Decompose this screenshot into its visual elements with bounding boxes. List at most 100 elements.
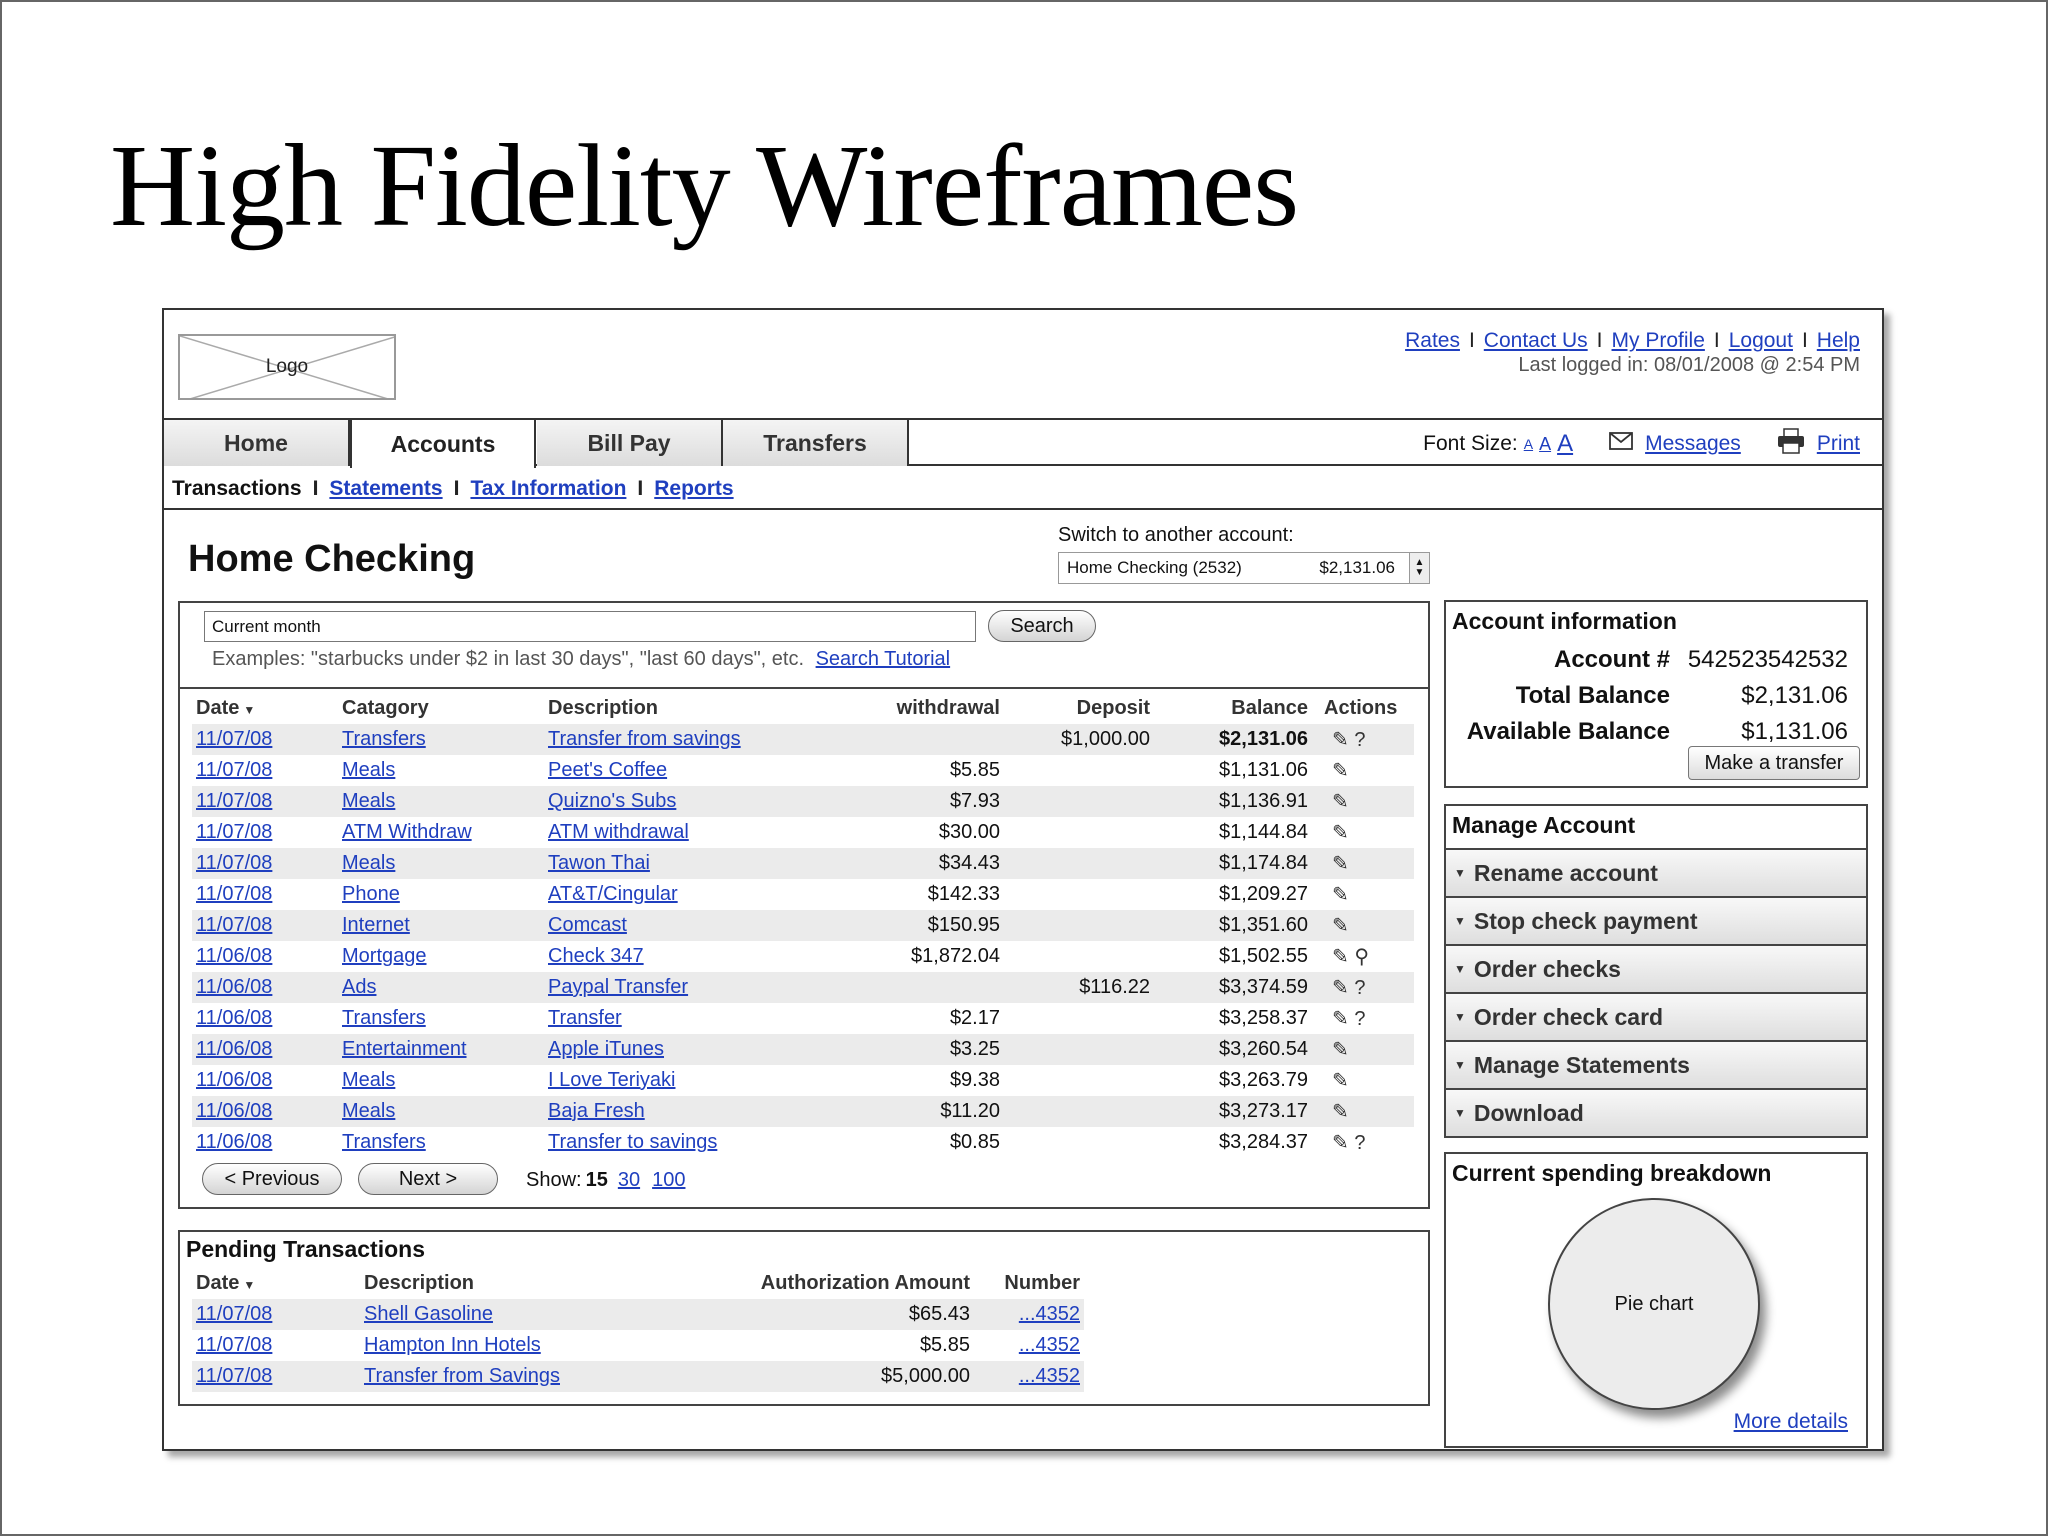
- subnav-transactions[interactable]: Transactions: [172, 477, 302, 500]
- row-actions-icons[interactable]: ✎ ⚲: [1312, 941, 1414, 972]
- link-help[interactable]: Help: [1817, 329, 1860, 352]
- link-rates[interactable]: Rates: [1405, 329, 1460, 352]
- row-category-link[interactable]: ATM Withdraw: [342, 821, 472, 843]
- row-actions-icons[interactable]: ✎ ?: [1312, 972, 1414, 1003]
- pending-date-link[interactable]: 11/07/08: [196, 1365, 272, 1387]
- col-withdrawal-header[interactable]: withdrawal: [850, 693, 1004, 724]
- row-date-link[interactable]: 11/07/08: [196, 728, 272, 750]
- row-description-link[interactable]: Transfer from savings: [548, 728, 741, 750]
- row-category-link[interactable]: Meals: [342, 1100, 395, 1122]
- envelope-icon[interactable]: [1609, 432, 1633, 456]
- link-logout[interactable]: Logout: [1729, 329, 1793, 352]
- row-actions-icons[interactable]: ✎: [1312, 786, 1414, 817]
- row-date-link[interactable]: 11/06/08: [196, 1131, 272, 1153]
- row-category-link[interactable]: Transfers: [342, 1131, 426, 1153]
- search-input[interactable]: Current month: [204, 611, 976, 642]
- row-actions-icons[interactable]: ✎: [1312, 817, 1414, 848]
- row-description-link[interactable]: Peet's Coffee: [548, 759, 667, 781]
- subnav-tax-information[interactable]: Tax Information: [470, 477, 626, 500]
- col-date-header[interactable]: Date ▼: [192, 693, 338, 724]
- pending-col-number-header[interactable]: Number: [974, 1268, 1084, 1299]
- make-transfer-button[interactable]: Make a transfer: [1688, 746, 1860, 780]
- row-category-link[interactable]: Meals: [342, 1069, 395, 1091]
- logo[interactable]: Logo: [178, 334, 396, 400]
- row-description-link[interactable]: Tawon Thai: [548, 852, 650, 874]
- pending-description-link[interactable]: Hampton Inn Hotels: [364, 1334, 541, 1356]
- col-deposit-header[interactable]: Deposit: [1004, 693, 1154, 724]
- row-date-link[interactable]: 11/06/08: [196, 976, 272, 998]
- row-actions-icons[interactable]: ✎ ?: [1312, 1127, 1414, 1158]
- row-category-link[interactable]: Meals: [342, 852, 395, 874]
- link-my-profile[interactable]: My Profile: [1612, 329, 1705, 352]
- row-date-link[interactable]: 11/06/08: [196, 945, 272, 967]
- row-description-link[interactable]: Paypal Transfer: [548, 976, 688, 998]
- row-actions-icons[interactable]: ✎: [1312, 1065, 1414, 1096]
- row-description-link[interactable]: Check 347: [548, 945, 644, 967]
- row-category-link[interactable]: Mortgage: [342, 945, 427, 967]
- link-contact-us[interactable]: Contact Us: [1484, 329, 1588, 352]
- row-date-link[interactable]: 11/07/08: [196, 914, 272, 936]
- row-description-link[interactable]: ATM withdrawal: [548, 821, 689, 843]
- pending-number-link[interactable]: ...4352: [1019, 1303, 1080, 1325]
- pending-col-date-header[interactable]: Date ▼: [192, 1268, 360, 1299]
- printer-icon[interactable]: [1777, 428, 1805, 460]
- stepper-arrows-icon[interactable]: ▲ ▼: [1409, 553, 1429, 583]
- row-date-link[interactable]: 11/06/08: [196, 1007, 272, 1029]
- row-actions-icons[interactable]: ✎: [1312, 755, 1414, 786]
- col-description-header[interactable]: Description: [544, 693, 850, 724]
- row-description-link[interactable]: AT&T/Cingular: [548, 883, 678, 905]
- manage-item-manage-statements[interactable]: ▼ Manage Statements: [1446, 1040, 1866, 1088]
- pending-col-description-header[interactable]: Description: [360, 1268, 754, 1299]
- row-description-link[interactable]: Apple iTunes: [548, 1038, 664, 1060]
- manage-item-rename-account[interactable]: ▼ Rename account: [1446, 848, 1866, 896]
- tab-transfers[interactable]: Transfers: [723, 420, 909, 466]
- row-description-link[interactable]: Transfer: [548, 1007, 622, 1029]
- row-date-link[interactable]: 11/06/08: [196, 1100, 272, 1122]
- row-description-link[interactable]: Comcast: [548, 914, 627, 936]
- show-100-link[interactable]: 100: [652, 1169, 685, 1191]
- messages-link[interactable]: Messages: [1645, 432, 1741, 456]
- manage-item-order-checks[interactable]: ▼ Order checks: [1446, 944, 1866, 992]
- row-actions-icons[interactable]: ✎: [1312, 910, 1414, 941]
- row-category-link[interactable]: Internet: [342, 914, 410, 936]
- row-actions-icons[interactable]: ✎: [1312, 1034, 1414, 1065]
- row-date-link[interactable]: 11/07/08: [196, 852, 272, 874]
- search-tutorial-link[interactable]: Search Tutorial: [816, 648, 951, 670]
- row-actions-icons[interactable]: ✎: [1312, 879, 1414, 910]
- manage-item-order-check-card[interactable]: ▼ Order check card: [1446, 992, 1866, 1040]
- more-details-link[interactable]: More details: [1734, 1410, 1848, 1434]
- pending-number-link[interactable]: ...4352: [1019, 1365, 1080, 1387]
- tab-home[interactable]: Home: [164, 420, 350, 466]
- switch-account-select[interactable]: Home Checking (2532) $2,131.06 ▲ ▼: [1058, 552, 1430, 584]
- manage-item-download[interactable]: ▼ Download: [1446, 1088, 1866, 1136]
- font-size-small-button[interactable]: A: [1524, 436, 1533, 452]
- tab-accounts[interactable]: Accounts: [350, 420, 536, 468]
- show-30-link[interactable]: 30: [618, 1169, 640, 1191]
- subnav-reports[interactable]: Reports: [654, 477, 733, 500]
- print-link[interactable]: Print: [1817, 432, 1860, 456]
- row-description-link[interactable]: Baja Fresh: [548, 1100, 645, 1122]
- row-category-link[interactable]: Transfers: [342, 728, 426, 750]
- search-button[interactable]: Search: [988, 610, 1096, 642]
- next-button[interactable]: Next >: [358, 1163, 498, 1195]
- row-date-link[interactable]: 11/06/08: [196, 1038, 272, 1060]
- row-description-link[interactable]: Quizno's Subs: [548, 790, 676, 812]
- row-actions-icons[interactable]: ✎ ?: [1312, 1003, 1414, 1034]
- font-size-large-button[interactable]: A: [1557, 430, 1573, 458]
- row-category-link[interactable]: Meals: [342, 759, 395, 781]
- row-actions-icons[interactable]: ✎: [1312, 1096, 1414, 1127]
- row-category-link[interactable]: Ads: [342, 976, 376, 998]
- pending-date-link[interactable]: 11/07/08: [196, 1303, 272, 1325]
- row-description-link[interactable]: I Love Teriyaki: [548, 1069, 675, 1091]
- pending-col-amount-header[interactable]: Authorization Amount: [754, 1268, 974, 1299]
- row-description-link[interactable]: Transfer to savings: [548, 1131, 717, 1153]
- col-balance-header[interactable]: Balance: [1154, 693, 1312, 724]
- pie-chart-placeholder[interactable]: Pie chart: [1548, 1198, 1760, 1410]
- font-size-medium-button[interactable]: A: [1539, 434, 1551, 455]
- row-date-link[interactable]: 11/07/08: [196, 759, 272, 781]
- row-date-link[interactable]: 11/07/08: [196, 790, 272, 812]
- pending-description-link[interactable]: Shell Gasoline: [364, 1303, 493, 1325]
- row-category-link[interactable]: Entertainment: [342, 1038, 467, 1060]
- col-category-header[interactable]: Catagory: [338, 693, 544, 724]
- row-date-link[interactable]: 11/07/08: [196, 821, 272, 843]
